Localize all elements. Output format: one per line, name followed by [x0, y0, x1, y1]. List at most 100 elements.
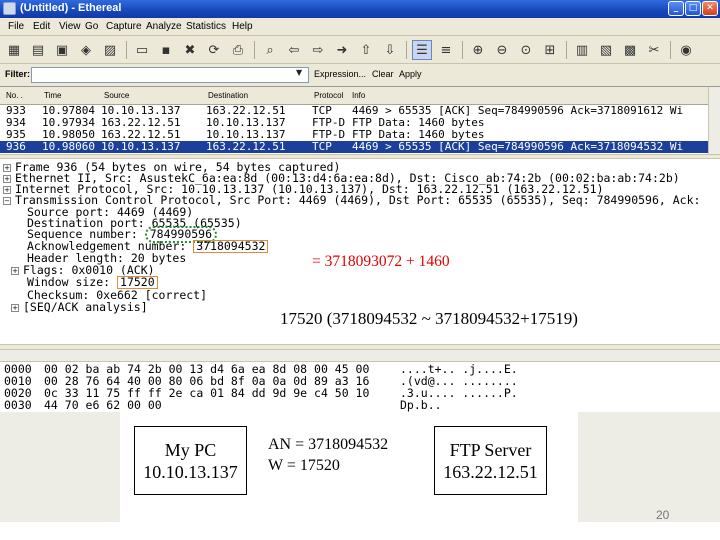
column-header-protocol[interactable]: Protocol	[314, 91, 343, 100]
filter-toolbar: Filter: ▼ Expression... Clear Apply	[0, 64, 720, 86]
clear-button[interactable]: Clear	[372, 69, 394, 79]
minimize-button[interactable]: _	[668, 1, 684, 16]
expand-icon[interactable]: +	[3, 175, 11, 183]
column-header-destination[interactable]: Destination	[208, 91, 248, 100]
resize-columns-icon[interactable]: ⊞	[540, 40, 560, 60]
hex-ascii[interactable]: Dp.b..	[400, 399, 442, 411]
packet-no: 935	[6, 129, 26, 141]
menu-edit[interactable]: Edit	[33, 21, 50, 32]
packet-source: 163.22.12.51	[101, 129, 181, 141]
toolbar-separator	[406, 41, 407, 59]
detail-window[interactable]: Window size: 17520	[27, 276, 158, 289]
filter-dropdown-icon[interactable]: ▼	[296, 68, 302, 77]
packet-details: + Frame 936 (54 bytes on wire, 54 bytes c…	[0, 159, 720, 344]
help-icon[interactable]: ◉	[676, 40, 696, 60]
save-icon[interactable]: ▪	[156, 40, 176, 60]
toolbar-separator	[462, 41, 463, 59]
reload-icon[interactable]: ⟳	[204, 40, 224, 60]
details-hscrollbar[interactable]	[0, 350, 720, 362]
window-range-annotation: 17520 (3718094532 ~ 3718094532+17519)	[280, 309, 578, 328]
hex-bytes[interactable]: 44 70 e6 62 00 00	[44, 399, 162, 411]
column-header-time[interactable]: Time	[44, 91, 61, 100]
ftp-server-title: FTP Server	[449, 440, 532, 460]
menu-help[interactable]: Help	[232, 21, 253, 32]
my-pc-box: My PC 10.10.13.137	[134, 426, 247, 495]
ftp-server-box: FTP Server 163.22.12.51	[434, 426, 547, 495]
ftp-server-ip: 163.22.12.51	[443, 462, 538, 482]
packet-list: No. . Time Source Destination Protocol I…	[0, 86, 720, 155]
capture-options-icon[interactable]: ▤	[28, 40, 48, 60]
colorize-icon[interactable]: ☰	[412, 40, 432, 60]
go-last-icon[interactable]: ⇩	[380, 40, 400, 60]
expand-icon[interactable]: +	[11, 267, 19, 275]
packet-info: 4469 > 65535 [ACK] Seq=784990596 Ack=371…	[352, 105, 684, 117]
packet-info: 4469 > 65535 [ACK] Seq=784990596 Ack=371…	[352, 141, 684, 153]
open-icon[interactable]: ▭	[132, 40, 152, 60]
window-annotation: W = 17520	[268, 457, 340, 474]
capture-restart-icon[interactable]: ▨	[100, 40, 120, 60]
apply-button[interactable]: Apply	[399, 69, 422, 79]
collapse-icon[interactable]: −	[3, 197, 11, 205]
menu-analyze[interactable]: Analyze	[146, 21, 182, 32]
packet-bytes: 0000 00 02 ba ab 74 2b 00 13 d4 6a ea 8d…	[0, 362, 720, 412]
capture-start-icon[interactable]: ▣	[52, 40, 72, 60]
packet-destination: 10.10.13.137	[206, 129, 286, 141]
find-packet-icon[interactable]: ⌕	[260, 40, 280, 60]
packet-no: 936	[6, 141, 26, 153]
slide-number: 20	[656, 508, 670, 522]
my-pc-ip: 10.10.13.137	[143, 462, 238, 482]
menu-capture[interactable]: Capture	[106, 21, 142, 32]
packet-info: FTP Data: 1460 bytes	[352, 129, 485, 141]
zoom-normal-icon[interactable]: ⊙	[516, 40, 536, 60]
coloring-rules-icon[interactable]: ▩	[620, 40, 640, 60]
packet-list-scrollbar[interactable]	[708, 87, 720, 155]
packet-time: 10.98050	[42, 129, 95, 141]
menu-file[interactable]: File	[8, 21, 24, 32]
packet-row[interactable]: 934 10.97934 163.22.12.51 10.10.13.137 F…	[0, 117, 708, 129]
maximize-button[interactable]: □	[685, 1, 701, 16]
column-header-no[interactable]: No. .	[6, 91, 23, 100]
packet-info: FTP Data: 1460 bytes	[352, 117, 485, 129]
an-annotation: AN = 3718094532	[268, 436, 389, 453]
close-button[interactable]: ✕	[702, 1, 718, 16]
my-pc-title: My PC	[164, 440, 217, 460]
close-file-icon[interactable]: ✖	[180, 40, 200, 60]
menu-statistics[interactable]: Statistics	[186, 21, 226, 32]
go-back-icon[interactable]: ⇦	[284, 40, 304, 60]
packet-source: 163.22.12.51	[101, 117, 181, 129]
print-icon[interactable]: ⎙	[228, 40, 248, 60]
packet-row[interactable]: 935 10.98050 163.22.12.51 10.10.13.137 F…	[0, 129, 708, 141]
zoom-in-icon[interactable]: ⊕	[468, 40, 488, 60]
hex-offset: 0030	[4, 398, 32, 412]
column-header-info[interactable]: Info	[352, 91, 365, 100]
preferences-icon[interactable]: ✂	[644, 40, 664, 60]
expand-icon[interactable]: +	[3, 186, 11, 194]
main-toolbar: ▦ ▤ ▣ ◈ ▨ ▭ ▪ ✖ ⟳ ⎙ ⌕ ⇦ ⇨ ➜ ⇧ ⇩ ☰ ≡ ⊕ ⊖ …	[0, 36, 720, 64]
capture-interfaces-icon[interactable]: ▦	[4, 40, 24, 60]
go-first-icon[interactable]: ⇧	[356, 40, 376, 60]
packet-row[interactable]: 933 10.97804 10.10.13.137 163.22.12.51 T…	[0, 105, 708, 117]
packet-protocol: TCP	[312, 141, 332, 153]
menu-go[interactable]: Go	[85, 21, 98, 32]
display-filters-icon[interactable]: ▧	[596, 40, 616, 60]
filter-input[interactable]	[31, 67, 309, 83]
detail-seqack-analysis[interactable]: + [SEQ/ACK analysis]	[8, 301, 148, 313]
expand-icon[interactable]: +	[3, 164, 11, 172]
auto-scroll-icon[interactable]: ≡	[436, 40, 456, 60]
go-to-packet-icon[interactable]: ➜	[332, 40, 352, 60]
capture-stop-icon[interactable]: ◈	[76, 40, 96, 60]
packet-destination: 10.10.13.137	[206, 117, 286, 129]
expand-icon[interactable]: +	[11, 304, 19, 312]
packet-destination: 163.22.12.51	[206, 105, 286, 117]
expression-button[interactable]: Expression...	[314, 69, 366, 79]
toolbar-separator	[566, 41, 567, 59]
toolbar-separator	[670, 41, 671, 59]
packet-source: 10.10.13.137	[101, 105, 181, 117]
menu-view[interactable]: View	[59, 21, 81, 32]
column-header-source[interactable]: Source	[104, 91, 129, 100]
go-forward-icon[interactable]: ⇨	[308, 40, 328, 60]
packet-time: 10.97804	[42, 105, 95, 117]
zoom-out-icon[interactable]: ⊖	[492, 40, 512, 60]
capture-filters-icon[interactable]: ▥	[572, 40, 592, 60]
packet-row-selected[interactable]: 936 10.98060 10.10.13.137 163.22.12.51 T…	[0, 141, 708, 153]
